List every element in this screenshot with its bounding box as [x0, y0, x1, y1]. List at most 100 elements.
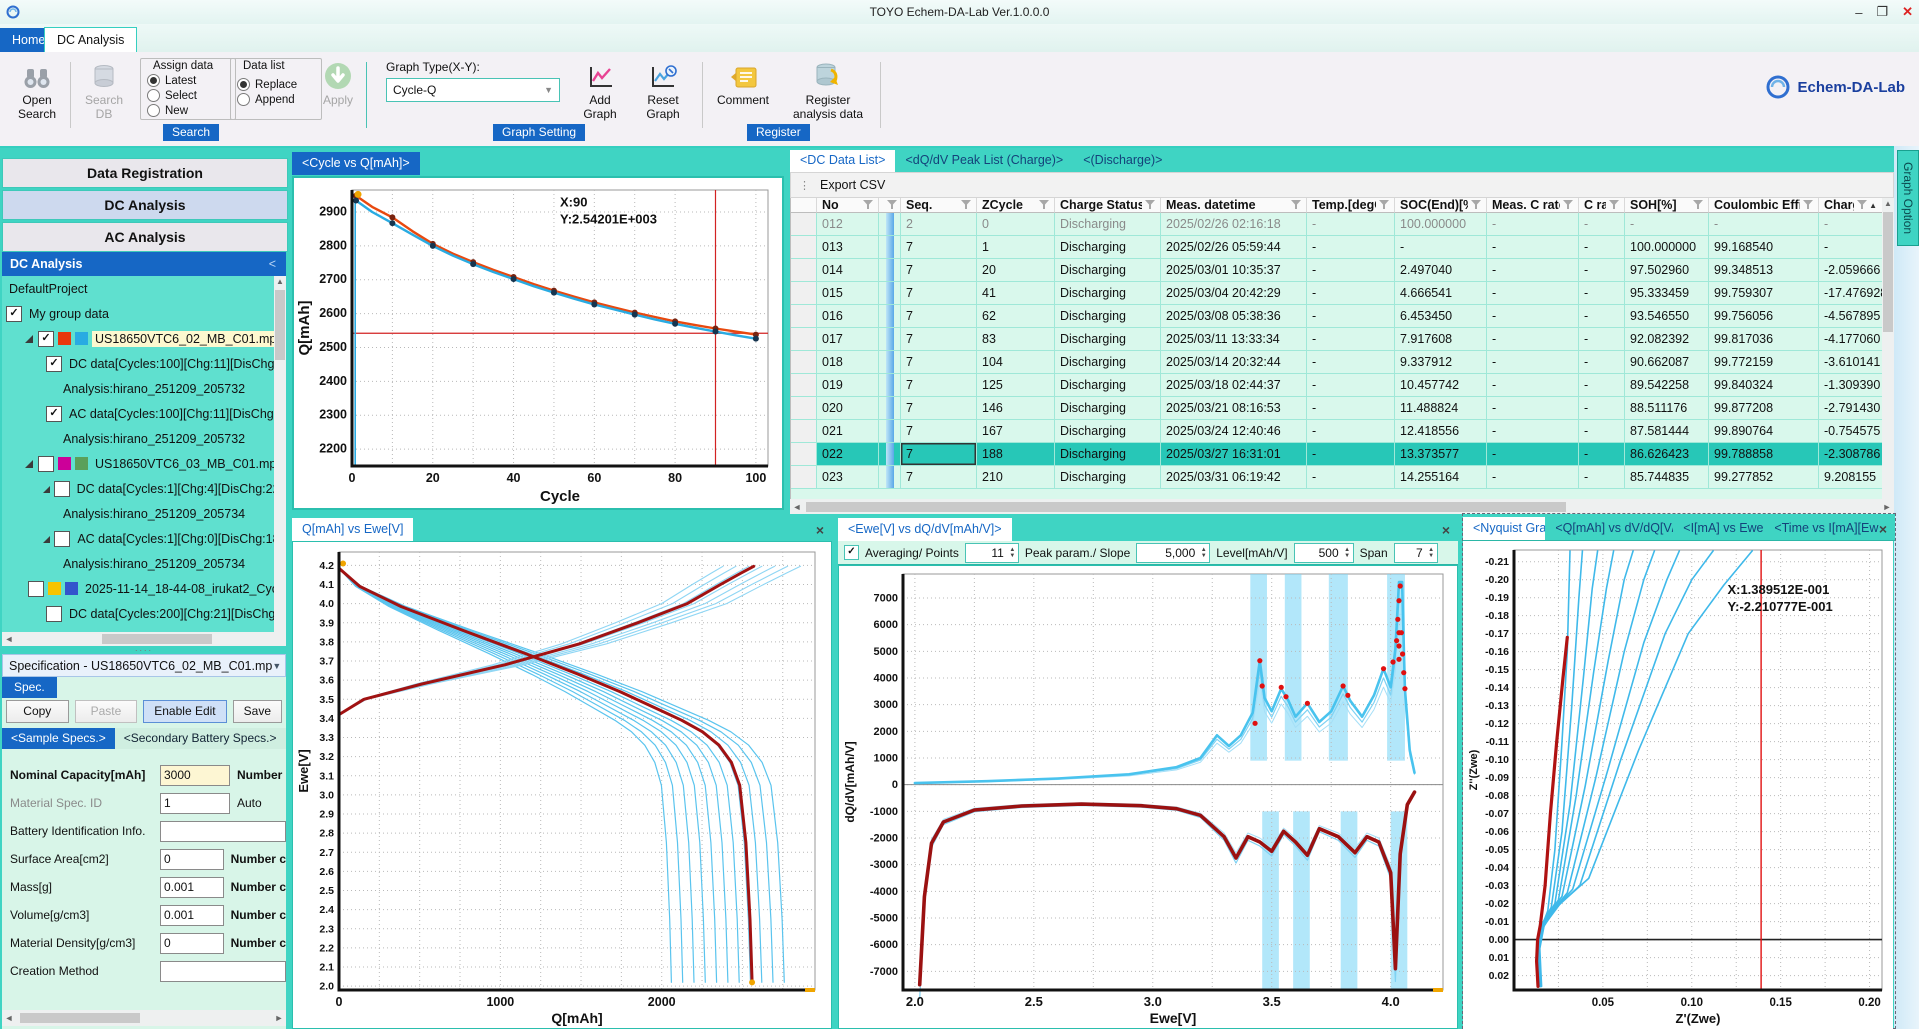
- search-db-button[interactable]: Search DB: [76, 60, 132, 121]
- table-cell[interactable]: -: [1579, 374, 1625, 397]
- table-cell[interactable]: -: [1487, 328, 1579, 351]
- comment-button[interactable]: Comment: [712, 60, 774, 107]
- table-cell[interactable]: 7: [901, 443, 977, 466]
- radio-latest[interactable]: Latest: [147, 73, 229, 88]
- table-cell[interactable]: 7: [901, 351, 977, 374]
- spec-field-input[interactable]: [160, 961, 286, 982]
- table-cell[interactable]: 99.348513: [1709, 259, 1819, 282]
- table-cell[interactable]: Discharging: [1055, 259, 1161, 282]
- tree-checkbox[interactable]: ✓: [46, 406, 62, 422]
- table-cell[interactable]: [879, 443, 901, 466]
- table-cell[interactable]: -: [1487, 374, 1579, 397]
- table-cell[interactable]: 41: [977, 282, 1055, 305]
- filter-icon[interactable]: [1379, 200, 1389, 210]
- tab-secondary-battery-specs[interactable]: <Secondary Battery Specs.>: [115, 728, 286, 749]
- tree-item[interactable]: DefaultProject: [2, 276, 286, 301]
- table-cell[interactable]: 6.453450: [1395, 305, 1487, 328]
- nyquist-chart[interactable]: 0.050.100.150.20-0.21-0.20-0.19-0.18-0.1…: [1463, 541, 1893, 1029]
- table-cell[interactable]: -: [1487, 397, 1579, 420]
- spec-field-input[interactable]: 3000: [160, 765, 230, 786]
- table-cell[interactable]: 2025/03/18 02:44:37: [1161, 374, 1307, 397]
- sidebar-item-ac-analysis[interactable]: AC Analysis: [2, 222, 288, 252]
- table-cell[interactable]: 7: [901, 259, 977, 282]
- table-cell[interactable]: -: [1487, 351, 1579, 374]
- table-cell[interactable]: 99.168540: [1709, 236, 1819, 259]
- table-cell[interactable]: -: [1487, 282, 1579, 305]
- table-cell[interactable]: 023: [817, 466, 879, 489]
- span-stepper[interactable]: 7▲▼: [1394, 543, 1438, 563]
- table-cell[interactable]: [879, 236, 901, 259]
- table-cell[interactable]: 022: [817, 443, 879, 466]
- close-icon[interactable]: ✕: [1902, 4, 1913, 20]
- splitter-handle[interactable]: ....: [2, 646, 286, 654]
- filter-icon[interactable]: [961, 200, 971, 210]
- table-cell[interactable]: 7: [901, 374, 977, 397]
- radio-append[interactable]: Append: [237, 92, 315, 107]
- table-cell[interactable]: 7.917608: [1395, 328, 1487, 351]
- table-cell[interactable]: 021: [817, 420, 879, 443]
- table-cell[interactable]: 99.877208: [1709, 397, 1819, 420]
- table-cell[interactable]: 83: [977, 328, 1055, 351]
- table-row[interactable]: 0197125Discharging2025/03/18 02:44:37-10…: [791, 374, 1894, 397]
- table-cell[interactable]: [879, 305, 901, 328]
- collapse-chevron-icon[interactable]: <: [269, 252, 276, 276]
- add-graph-button[interactable]: Add Graph: [576, 60, 624, 121]
- tab-dqdv-peak-list-charge[interactable]: <dQ/dV Peak List (Charge)>: [895, 150, 1073, 172]
- tree-item[interactable]: Analysis:hirano_251209_205734: [2, 501, 286, 526]
- table-row[interactable]: 016762Discharging2025/03/08 05:38:36-6.4…: [791, 305, 1894, 328]
- table-cell[interactable]: -: [1579, 305, 1625, 328]
- table-cell[interactable]: 87.581444: [1625, 420, 1709, 443]
- table-cell[interactable]: 99.759307: [1709, 282, 1819, 305]
- column-header[interactable]: No: [817, 198, 879, 213]
- filter-icon[interactable]: [1471, 200, 1481, 210]
- table-cell[interactable]: 99.890764: [1709, 420, 1819, 443]
- chevron-down-icon[interactable]: ▼: [272, 661, 286, 671]
- table-cell[interactable]: 99.277852: [1709, 466, 1819, 489]
- tab-dc-analysis[interactable]: DC Analysis: [44, 27, 137, 52]
- tree-checkbox[interactable]: [28, 581, 44, 597]
- table-cell[interactable]: 2025/03/04 20:42:29: [1161, 282, 1307, 305]
- table-cell[interactable]: -1.309390: [1819, 374, 1883, 397]
- tab-cycle-vs-q[interactable]: <Cycle vs Q[mAh]>: [292, 152, 420, 175]
- table-cell[interactable]: -: [1307, 374, 1395, 397]
- table-cell[interactable]: 2025/03/27 16:31:01: [1161, 443, 1307, 466]
- table-cell[interactable]: -: [1307, 305, 1395, 328]
- column-header[interactable]: Coulombic Effici: [1709, 198, 1819, 213]
- table-cell[interactable]: [879, 282, 901, 305]
- table-cell[interactable]: -: [1307, 328, 1395, 351]
- table-cell[interactable]: -: [1487, 420, 1579, 443]
- table-cell[interactable]: 93.546550: [1625, 305, 1709, 328]
- tree-checkbox[interactable]: ✓: [46, 356, 62, 372]
- table-cell[interactable]: -: [1579, 282, 1625, 305]
- expander-icon[interactable]: [24, 459, 34, 469]
- radio-select[interactable]: Select: [147, 88, 229, 103]
- table-cell[interactable]: 013: [817, 236, 879, 259]
- tree-item[interactable]: 2025-11-14_18-44-08_irukat2_Cycle_L: [2, 576, 286, 601]
- column-header[interactable]: Charge Status: [1055, 198, 1161, 213]
- table-cell[interactable]: 016: [817, 305, 879, 328]
- tree-item[interactable]: AC data[Cycles:1][Chg:0][DisChg:18]: [2, 526, 286, 551]
- table-cell[interactable]: 2025/03/24 12:40:46: [1161, 420, 1307, 443]
- table-row[interactable]: 0217167Discharging2025/03/24 12:40:46-12…: [791, 420, 1894, 443]
- filter-icon[interactable]: [1563, 200, 1573, 210]
- column-header[interactable]: Meas. C rate: [1487, 198, 1579, 213]
- tree-item[interactable]: Analysis:hirano_251209_205734: [2, 551, 286, 576]
- table-cell[interactable]: -2.308786: [1819, 443, 1883, 466]
- cycle-q-chart[interactable]: 0204060801002200230024002500260027002800…: [296, 180, 780, 509]
- register-analysis-button[interactable]: Register analysis data: [788, 60, 868, 121]
- table-cell[interactable]: 210: [977, 466, 1055, 489]
- table-cell[interactable]: 014: [817, 259, 879, 282]
- table-cell[interactable]: -4.567895: [1819, 305, 1883, 328]
- table-cell[interactable]: 99.772159: [1709, 351, 1819, 374]
- radio-new[interactable]: New: [147, 103, 229, 118]
- table-cell[interactable]: 89.542258: [1625, 374, 1709, 397]
- save-button[interactable]: Save: [233, 700, 282, 723]
- table-cell[interactable]: -: [1487, 443, 1579, 466]
- column-header[interactable]: Seq.: [901, 198, 977, 213]
- table-cell[interactable]: 019: [817, 374, 879, 397]
- expander-icon[interactable]: [42, 534, 50, 544]
- table-row[interactable]: 015741Discharging2025/03/04 20:42:29-4.6…: [791, 282, 1894, 305]
- column-header[interactable]: SOC(End)[%]: [1395, 198, 1487, 213]
- table-cell[interactable]: 14.255164: [1395, 466, 1487, 489]
- maximize-icon[interactable]: ❐: [1876, 4, 1888, 20]
